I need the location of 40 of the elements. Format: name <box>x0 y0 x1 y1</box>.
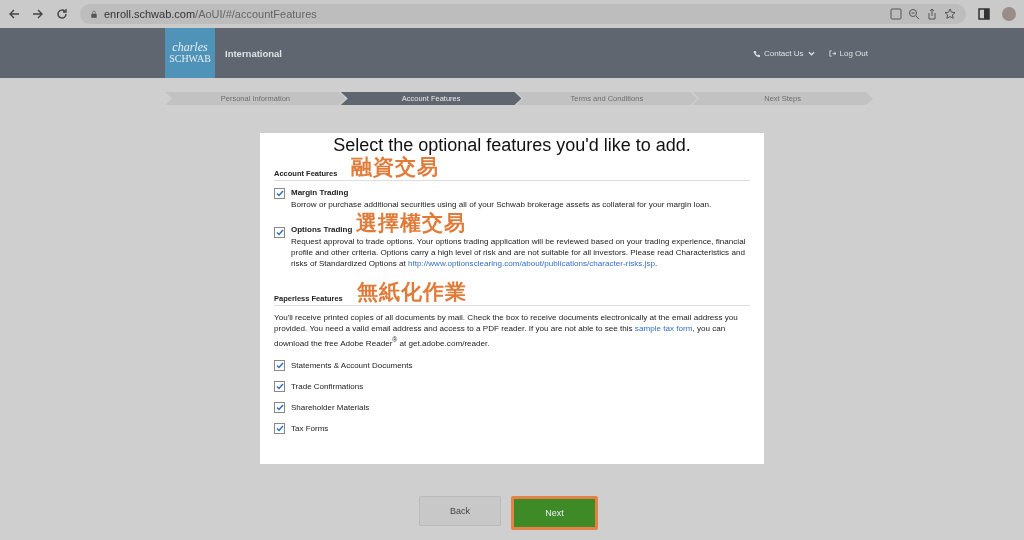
annotation: 融資交易 <box>351 156 440 178</box>
contact-link[interactable]: Contact Us <box>752 48 815 58</box>
url-host: enroll.schwab.com <box>104 8 196 20</box>
option-label: Margin Trading <box>291 188 349 197</box>
option-label: Tax Forms <box>291 423 329 433</box>
logout-link[interactable]: Log Out <box>828 48 868 58</box>
url-path: /AoUI/#/accountFeatures <box>195 8 317 20</box>
back-arrow-icon[interactable] <box>8 8 20 20</box>
star-icon[interactable] <box>944 8 956 20</box>
zoom-icon[interactable] <box>908 8 920 20</box>
link[interactable]: http://www.optionsclearing.com/about/publications/character-risks.jsp <box>408 259 655 268</box>
option-label: Options Trading <box>291 225 353 234</box>
checkbox[interactable] <box>274 359 285 371</box>
back-button[interactable]: Back <box>419 496 501 526</box>
option-description: Borrow or purchase additional securities using all of your Schwab brokerage assets as collateral for your margin loan. <box>291 199 712 210</box>
checkbox[interactable] <box>274 188 285 199</box>
checkbox[interactable] <box>274 401 285 413</box>
checkbox[interactable] <box>274 227 285 238</box>
checkbox[interactable] <box>274 422 285 434</box>
site-title: International <box>225 47 283 59</box>
address-bar[interactable]: enroll.schwab.com/AoUI/#/accountFeatures <box>80 4 966 24</box>
lock-icon <box>90 9 98 19</box>
annotation: 無紙化作業 <box>356 281 467 303</box>
paperless-intro: You'll receive printed copies of all documents by mail. Check the box to receive documents electronically at the email address you provided. You need a valid email address and access to a PDF reader. If you are not able to see this sample tax form, you can download the free Adobe Reader$^{®}$ at get.adobe.com/reader. <box>274 312 739 349</box>
phone-icon <box>752 49 760 57</box>
option-label: Trade Confirmations <box>291 381 364 391</box>
option-description: Request approval to trade options. Your options trading application will be reviewed based on your trading experience, financial profile and other criteria. Options carry a high level of risk and are not suitable for all investors. Please read Characteristics and risks of Standardized Options at http://www.optionsclearing.com/about/publications/character-risks.jsp. <box>291 236 747 269</box>
annotation: 選擇權交易 <box>356 212 467 234</box>
option-label: Statements & Account Documents <box>291 360 413 370</box>
reload-icon[interactable] <box>56 8 68 20</box>
checkbox[interactable] <box>274 380 285 392</box>
chevron-down-icon <box>807 50 815 56</box>
page-heading: Select the optional features you'd like to add. <box>332 135 692 155</box>
option-label: Shareholder Materials <box>291 402 370 412</box>
logo: charles SCHWAB <box>165 28 215 78</box>
sidebar-icon[interactable] <box>978 8 990 20</box>
logout-icon <box>828 49 836 57</box>
share-icon[interactable] <box>926 8 938 20</box>
forward-arrow-icon[interactable] <box>32 8 44 20</box>
next-button[interactable]: Next <box>511 496 598 530</box>
